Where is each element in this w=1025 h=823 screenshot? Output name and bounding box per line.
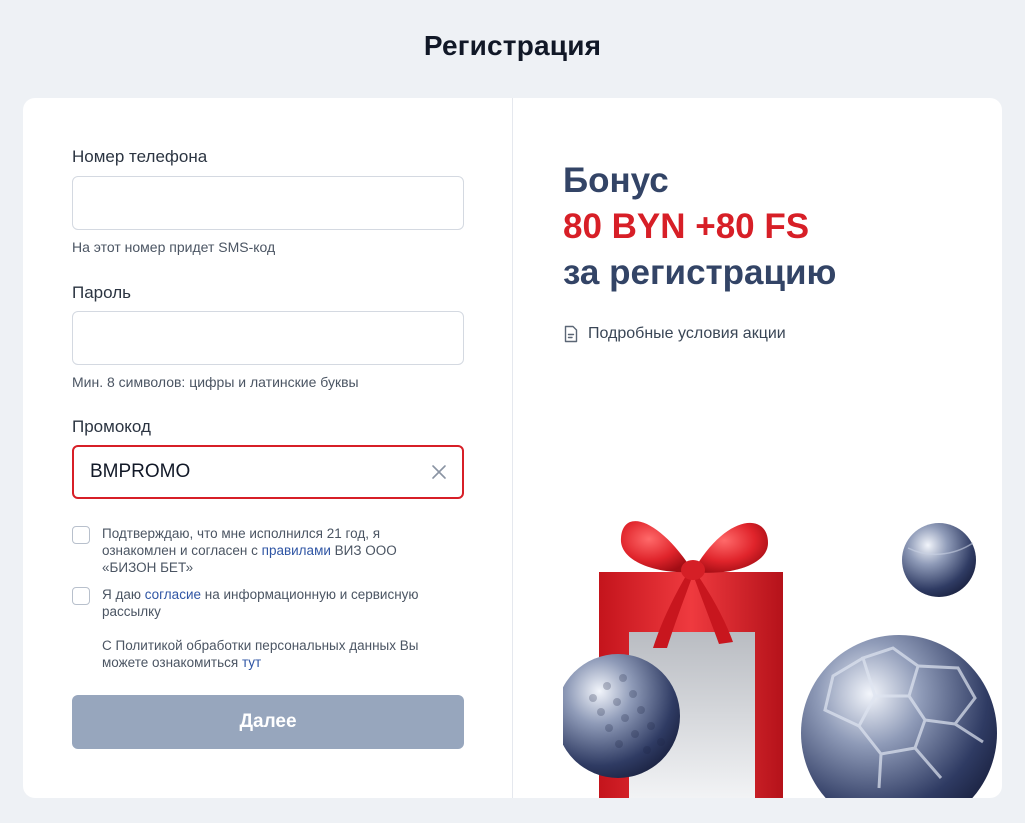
clear-icon[interactable] — [430, 463, 448, 481]
card-divider — [512, 98, 513, 798]
password-hint: Мин. 8 символов: цифры и латинские буквы — [72, 374, 359, 390]
promo-panel: Бонус 80 BYN +80 FS за регистрацию Подро… — [563, 98, 997, 798]
consent-link[interactable]: согласие — [145, 587, 201, 602]
mailing-consent-text: Я даю согласие на информационную и серви… — [102, 586, 442, 620]
document-icon — [564, 325, 578, 343]
page-title: Регистрация — [423, 30, 602, 61]
next-button[interactable]: Далее — [72, 695, 464, 749]
mailing-consent-text-before: Я даю — [102, 587, 145, 602]
phone-hint: На этот номер придет SMS-код — [72, 239, 276, 255]
promo-input-value: BMPROMO — [90, 461, 191, 482]
privacy-link[interactable]: тут — [242, 655, 261, 670]
bonus-subtitle: за регистрацию — [563, 253, 837, 292]
small-ball — [902, 523, 976, 597]
bonus-amount: 80 BYN +80 FS — [563, 207, 810, 246]
terms-link-label: Подробные условия акции — [588, 325, 786, 342]
mailing-consent-checkbox[interactable] — [72, 587, 90, 605]
age-consent-text: Подтверждаю, что мне исполнился 21 год, … — [102, 525, 442, 576]
gift-bow — [681, 560, 705, 580]
gift-illustration — [563, 521, 997, 798]
promo-input[interactable]: BMPROMO — [72, 445, 464, 499]
phone-input[interactable] — [72, 176, 464, 230]
registration-card: Номер телефона На этот номер придет SMS-… — [23, 98, 1002, 798]
gift-bow — [695, 522, 768, 573]
password-input[interactable] — [72, 311, 464, 365]
phone-label: Номер телефона — [72, 147, 208, 166]
age-consent-checkbox[interactable] — [72, 526, 90, 544]
password-label: Пароль — [72, 283, 131, 302]
bonus-title: Бонус — [563, 161, 669, 200]
soccer-ball — [801, 635, 997, 798]
rules-link[interactable]: правилами — [262, 543, 331, 558]
gift-bow — [620, 521, 691, 573]
promo-label: Промокод — [72, 417, 151, 436]
terms-link[interactable]: Подробные условия акции — [563, 325, 786, 343]
privacy-text: С Политикой обработки персональных данны… — [102, 637, 452, 671]
